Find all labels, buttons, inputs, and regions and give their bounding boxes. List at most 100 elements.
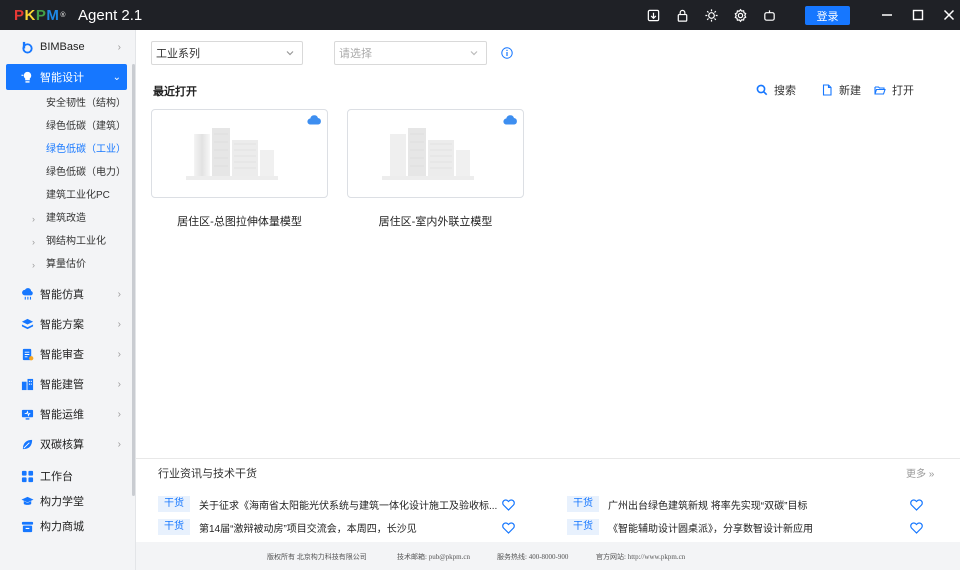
- news-tag: 干货: [567, 496, 599, 512]
- chevron-right-icon: ›: [117, 318, 121, 330]
- monitor-icon: [20, 407, 34, 421]
- recent-project-card[interactable]: [151, 109, 328, 198]
- sidebar-item-label: 智能仿真: [40, 289, 84, 301]
- news-panel: 行业资讯与技术干货 更多 » 干货 关于征求《海南省太阳能光伏系统与建筑一体化设…: [136, 458, 960, 542]
- sub-group-label: 钢结构工业化: [46, 236, 106, 247]
- sidebar-item-label: 构力学堂: [40, 496, 84, 508]
- sub-group-steel[interactable]: › 钢结构工业化: [32, 234, 106, 250]
- robot-icon[interactable]: [760, 6, 778, 24]
- sub-group-label: 算量估价: [46, 259, 86, 270]
- info-icon[interactable]: [501, 47, 513, 59]
- close-icon[interactable]: [938, 4, 960, 26]
- sidebar-item-workbench[interactable]: 工作台: [6, 463, 127, 489]
- sidebar-item-label: BIMBase: [40, 41, 85, 53]
- sub-group-renovation[interactable]: › 建筑改造: [32, 211, 86, 227]
- logo-letter-p: P: [14, 6, 25, 24]
- sidebar-item-carbon[interactable]: 双碳核算 ›: [6, 431, 127, 457]
- sidebar-item-operations[interactable]: 智能运维 ›: [6, 401, 127, 427]
- sidebar-item-store[interactable]: 构力商城: [6, 513, 127, 539]
- sidebar-item-label: 工作台: [40, 471, 73, 483]
- sub-item-green-industry[interactable]: 绿色低碳（工业）: [46, 142, 126, 158]
- footer-hotline: 服务热线: 400-8000-900: [497, 553, 569, 561]
- sidebar-item-smart-design[interactable]: 智能设计 ⌄: [6, 64, 127, 90]
- sub-item-green-power[interactable]: 绿色低碳（电力）: [46, 165, 126, 181]
- news-tag: 干货: [158, 519, 190, 535]
- sub-item-green-building[interactable]: 绿色低碳（建筑）: [46, 119, 126, 135]
- chevron-right-icon: ›: [117, 348, 121, 360]
- sidebar-item-label: 构力商城: [40, 521, 84, 533]
- building-icon: [20, 377, 34, 391]
- news-item[interactable]: 干货 广州出台绿色建筑新规 将率先实现“双碳”目标: [567, 495, 907, 513]
- lock-icon[interactable]: [673, 6, 691, 24]
- chevron-right-icon: ›: [32, 237, 35, 247]
- folder-open-icon: [874, 86, 886, 95]
- maximize-icon[interactable]: [907, 4, 929, 26]
- sidebar-item-review[interactable]: 智能审查 ›: [6, 341, 127, 367]
- footer-email[interactable]: 技术邮箱: pub@pkpm.cn: [397, 552, 470, 562]
- sidebar-item-label: 双碳核算: [40, 439, 84, 451]
- heart-icon[interactable]: [502, 499, 515, 511]
- brightness-icon[interactable]: [702, 6, 720, 24]
- footer-website[interactable]: 官方网站: http://www.pkpm.cn: [596, 552, 685, 562]
- main-panel: 工业系列 请选择 最近打开 搜索 新建 打开 居住区-总图拉伸体量模型 居住区-…: [136, 30, 960, 458]
- chevron-right-icon: ›: [117, 408, 121, 420]
- open-label: 打开: [892, 85, 914, 97]
- sidebar-item-simulation[interactable]: 智能仿真 ›: [6, 281, 127, 307]
- layers-icon: [20, 317, 34, 331]
- pkpm-logo: P K P M ®: [14, 7, 66, 24]
- chevron-right-icon: ›: [117, 288, 121, 300]
- title-bar: P K P M ® Agent 2.1 登录: [0, 0, 960, 30]
- chevron-down-icon: [470, 51, 478, 56]
- sub-item-prefab-pc[interactable]: 建筑工业化PC: [46, 188, 110, 204]
- sidebar-item-academy[interactable]: 构力学堂: [6, 488, 127, 514]
- settings-icon[interactable]: [731, 6, 749, 24]
- sidebar-scrollbar[interactable]: [132, 64, 135, 496]
- chevron-down-icon: ⌄: [112, 71, 121, 83]
- chevron-down-icon: [286, 51, 294, 56]
- series-select[interactable]: 工业系列: [151, 41, 303, 65]
- series-select-value: 工业系列: [156, 48, 200, 60]
- new-file-icon: [822, 84, 832, 96]
- logo-letter-m: M: [46, 6, 60, 24]
- chevron-right-icon: ›: [32, 214, 35, 224]
- subcategory-select[interactable]: 请选择: [334, 41, 487, 65]
- sidebar-item-label: 智能运维: [40, 409, 84, 421]
- subcategory-select-placeholder: 请选择: [339, 48, 372, 60]
- import-icon[interactable]: [644, 6, 662, 24]
- news-item[interactable]: 干货 第14届“激辩被动房”项目交流会，本周四，长沙见: [158, 518, 503, 536]
- footer: 版权所有 北京构力科技有限公司 技术邮箱: pub@pkpm.cn 服务热线: …: [136, 542, 960, 570]
- news-title: 行业资讯与技术干货: [158, 468, 257, 480]
- card-label[interactable]: 居住区-总图拉伸体量模型: [151, 213, 328, 229]
- login-button[interactable]: 登录: [805, 6, 850, 25]
- sidebar-item-bimbase[interactable]: BIMBase ›: [6, 34, 127, 60]
- heart-icon[interactable]: [502, 522, 515, 534]
- search-icon: [756, 84, 768, 96]
- heart-icon[interactable]: [910, 522, 923, 534]
- footer-copyright: 版权所有 北京构力科技有限公司: [267, 553, 367, 561]
- chevron-right-icon: ›: [117, 438, 121, 450]
- news-item-title: 第14届“激辩被动房”项目交流会，本周四，长沙见: [199, 523, 417, 535]
- new-button[interactable]: 新建: [821, 82, 861, 98]
- model-thumbnail: [186, 128, 278, 180]
- news-item[interactable]: 干货 关于征求《海南省太阳能光伏系统与建筑一体化设计施工及验收标...: [158, 495, 503, 513]
- graduation-icon: [20, 494, 34, 508]
- sidebar-item-construction-mgmt[interactable]: 智能建管 ›: [6, 371, 127, 397]
- recent-project-card[interactable]: [347, 109, 524, 198]
- news-item-title: 关于征求《海南省太阳能光伏系统与建筑一体化设计施工及验收标...: [199, 500, 498, 512]
- bulb-icon: [20, 70, 34, 84]
- card-label[interactable]: 居住区-室内外联立模型: [347, 213, 524, 229]
- heart-icon[interactable]: [910, 499, 923, 511]
- chevron-right-icon: ›: [117, 41, 121, 53]
- sub-group-label: 建筑改造: [46, 213, 86, 224]
- news-more-link[interactable]: 更多 »: [906, 465, 934, 480]
- sub-item-safety-structure[interactable]: 安全韧性（结构）: [46, 96, 126, 112]
- search-button[interactable]: 搜索: [756, 82, 796, 98]
- leaf-icon: [20, 437, 34, 451]
- news-item[interactable]: 干货 《智能辅助设计圆桌派》，分享数智设计新应用: [567, 518, 907, 536]
- minimize-icon[interactable]: [876, 4, 898, 26]
- open-button[interactable]: 打开: [874, 82, 914, 98]
- sub-group-cost[interactable]: › 算量估价: [32, 257, 86, 273]
- sidebar-item-label: 智能建管: [40, 379, 84, 391]
- logo-letter-p2: P: [35, 6, 47, 24]
- sidebar-item-scheme[interactable]: 智能方案 ›: [6, 311, 127, 337]
